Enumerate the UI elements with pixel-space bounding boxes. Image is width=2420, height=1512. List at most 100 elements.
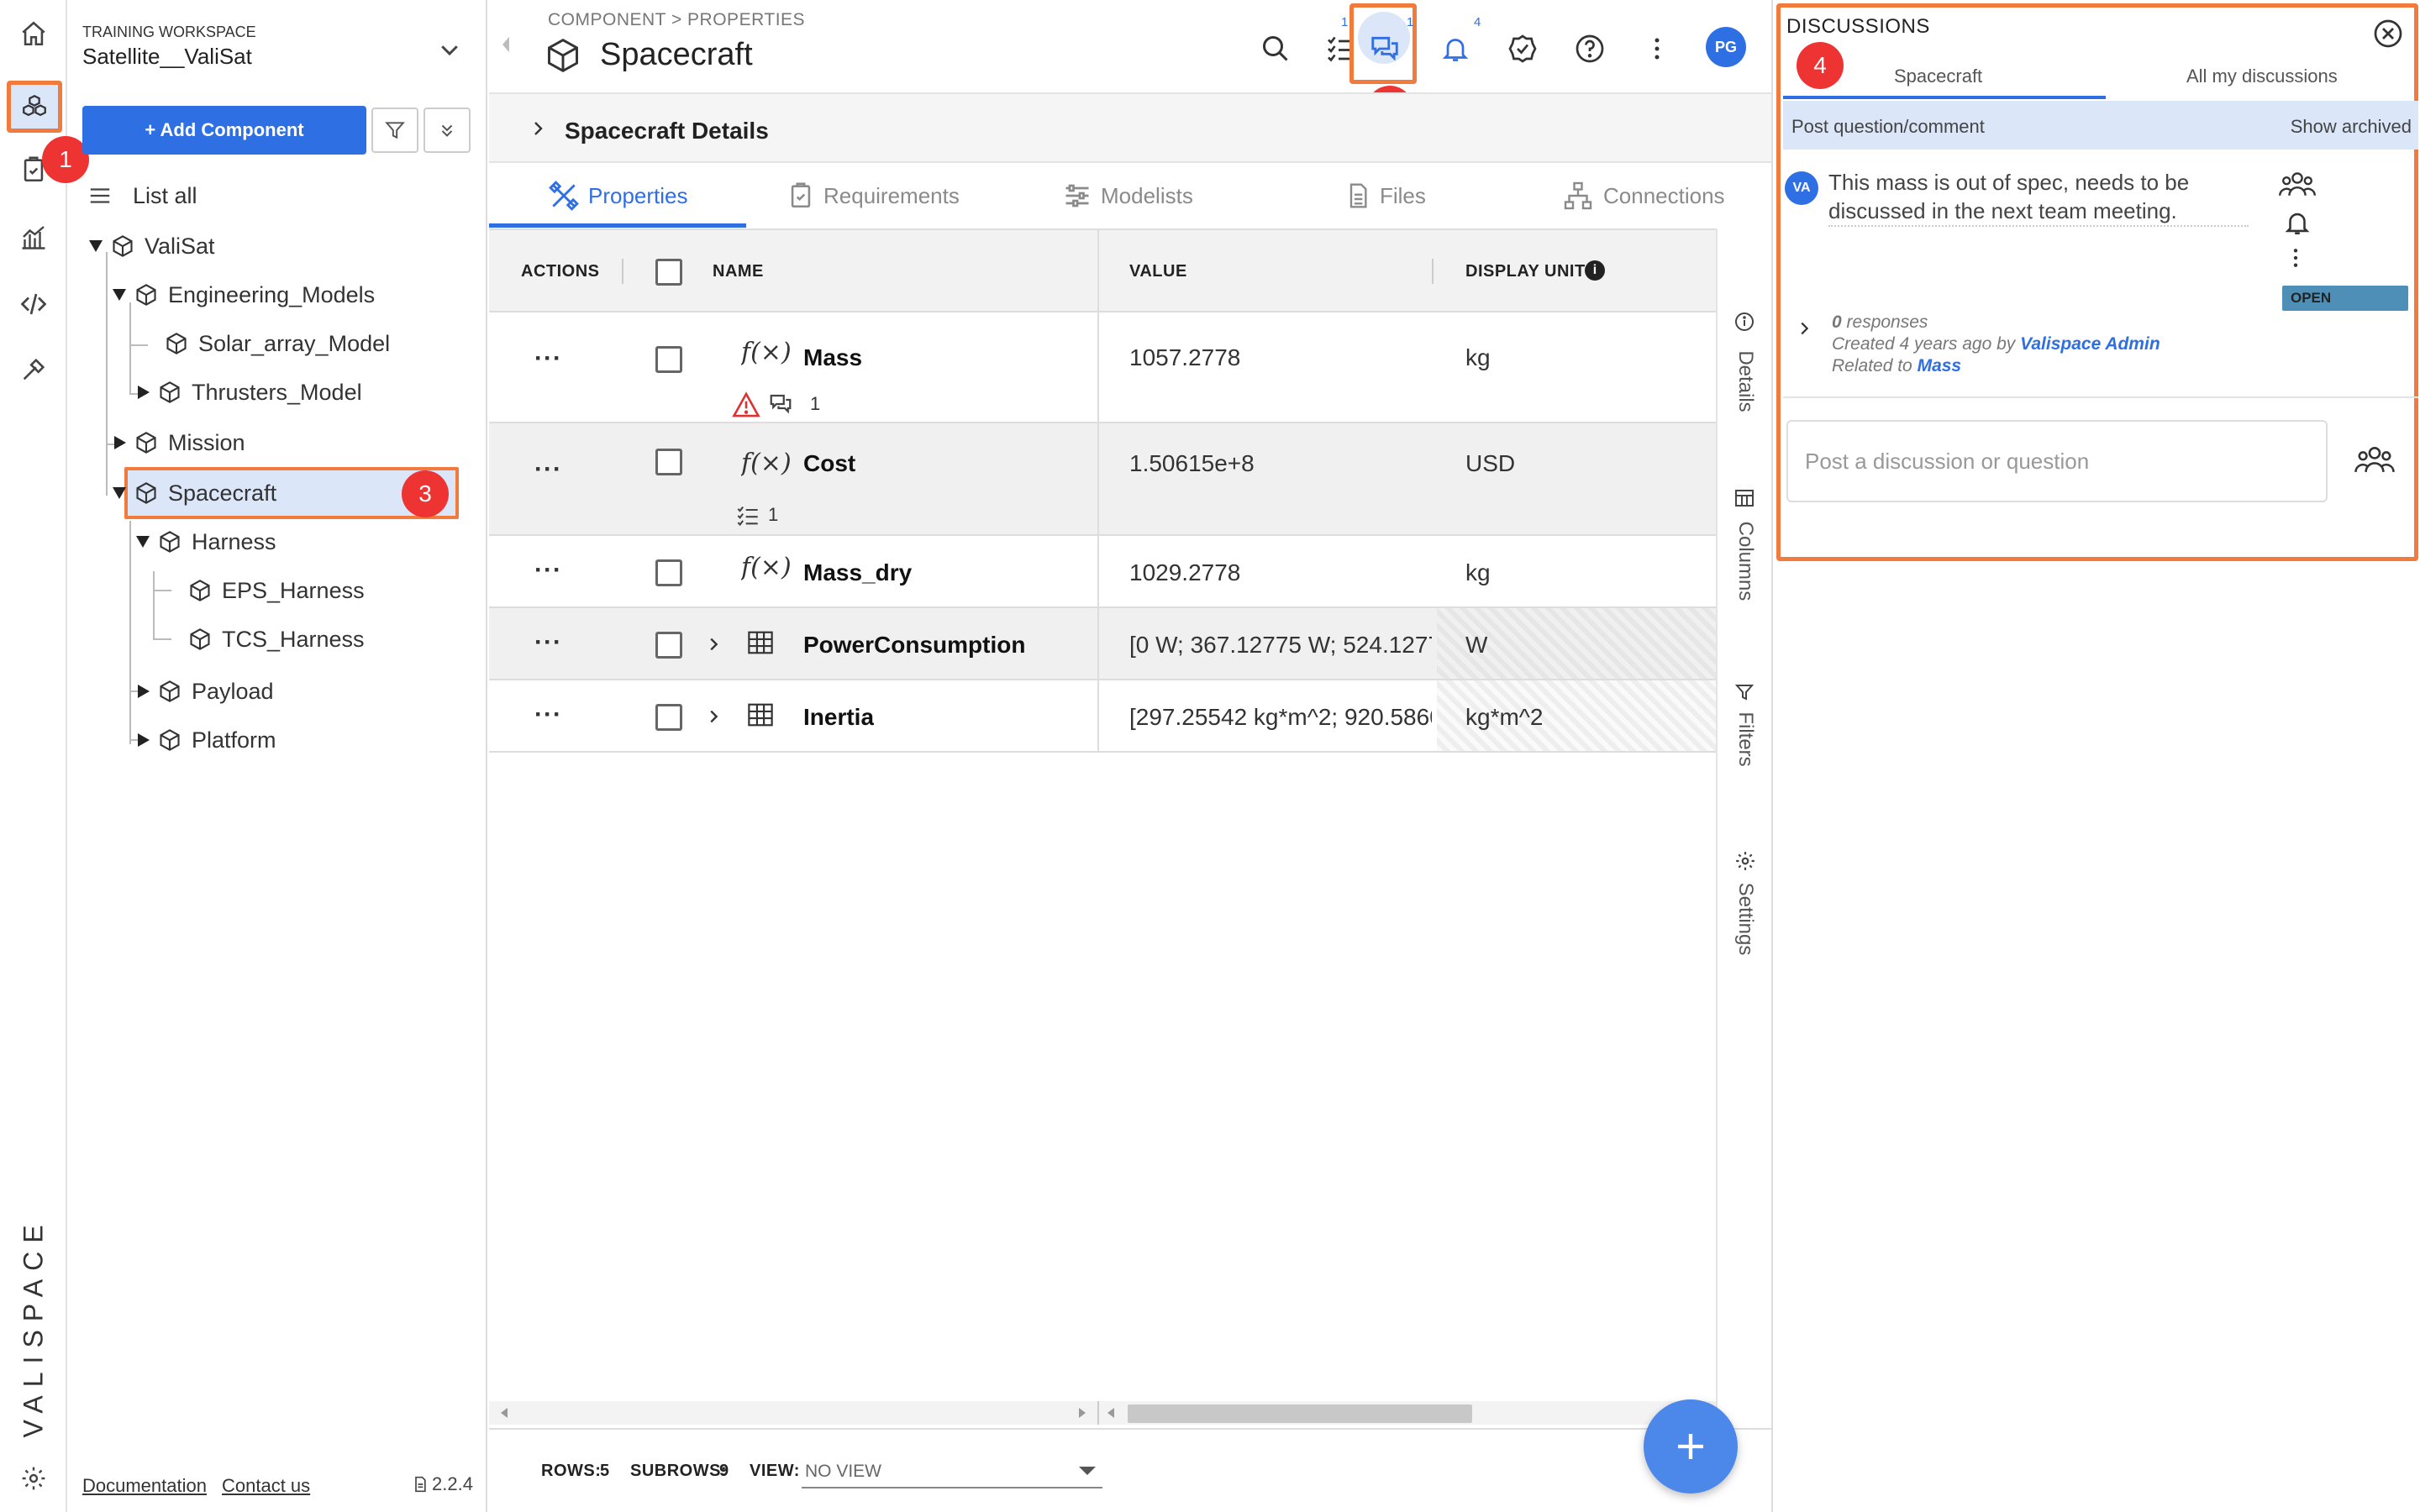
discussion-message[interactable]: This mass is out of spec, needs to be di… bbox=[1828, 168, 2249, 227]
bell-icon[interactable] bbox=[1437, 30, 1474, 67]
row-actions-icon[interactable]: ··· bbox=[534, 455, 562, 484]
tab-requirements[interactable]: Requirements bbox=[786, 165, 960, 227]
tab-spacecraft-discussions[interactable]: Spacecraft bbox=[1894, 66, 1982, 87]
property-value[interactable]: 1029.2778 bbox=[1129, 559, 1240, 586]
scroll-left-arrow[interactable] bbox=[501, 1408, 508, 1418]
row-actions-icon[interactable]: ··· bbox=[534, 628, 562, 657]
tree-item-payload[interactable]: Payload bbox=[138, 670, 274, 712]
view-select[interactable]: NO VIEW bbox=[802, 1455, 1102, 1488]
property-value[interactable]: [297.25542 kg*m^2; 920.5860 bbox=[1129, 704, 1432, 731]
tab-properties[interactable]: Properties bbox=[548, 165, 688, 227]
tree-item-tcs-harness[interactable]: TCS_Harness bbox=[188, 618, 365, 660]
participants-icon[interactable] bbox=[2353, 442, 2396, 479]
row-actions-icon[interactable]: ··· bbox=[534, 556, 562, 585]
gear-icon[interactable] bbox=[1734, 850, 1756, 872]
post-question-bar[interactable]: Post question/comment Show archived bbox=[1783, 101, 2418, 150]
table-row-cost[interactable]: ··· f(×) Cost 1.50615e+8 USD 1 bbox=[489, 423, 1716, 536]
tree-item-solar-array-model[interactable]: Solar_array_Model bbox=[165, 323, 390, 365]
horizontal-scrollbar[interactable] bbox=[489, 1401, 1716, 1425]
requirements-checklist-icon[interactable] bbox=[734, 504, 761, 528]
table-row-power-consumption[interactable]: ··· PowerConsumption [0 W; 367.12775 W; … bbox=[489, 608, 1716, 680]
property-unit[interactable]: W bbox=[1465, 632, 1487, 659]
more-vertical-icon[interactable] bbox=[2292, 247, 2299, 269]
tree-item-harness[interactable]: Harness bbox=[136, 521, 276, 563]
discussion-input[interactable]: Post a discussion or question bbox=[1786, 420, 2328, 502]
scroll-thumb[interactable] bbox=[1128, 1404, 1472, 1423]
tree-item-mission[interactable]: Mission bbox=[114, 422, 245, 464]
tab-modelists[interactable]: Modelists bbox=[1062, 165, 1193, 227]
list-all-item[interactable]: List all bbox=[87, 175, 197, 217]
documentation-link[interactable]: Documentation bbox=[82, 1475, 207, 1497]
add-property-fab[interactable] bbox=[1644, 1399, 1738, 1494]
expanded-arrow-icon[interactable] bbox=[136, 536, 150, 548]
chevron-down-icon[interactable] bbox=[437, 37, 462, 62]
row-actions-icon[interactable]: ··· bbox=[534, 344, 562, 373]
details-section-bar[interactable]: Spacecraft Details bbox=[489, 92, 1771, 163]
chevron-right-icon[interactable] bbox=[704, 633, 723, 655]
workspace-name[interactable]: Satellite__ValiSat bbox=[82, 44, 252, 70]
collapsed-arrow-icon[interactable] bbox=[114, 436, 126, 449]
tree-item-thrusters-model[interactable]: Thrusters_Model bbox=[138, 371, 362, 413]
tree-item-engineering-models[interactable]: Engineering_Models bbox=[113, 274, 375, 316]
property-unit[interactable]: kg bbox=[1465, 344, 1491, 371]
tree-item-eps-harness[interactable]: EPS_Harness bbox=[188, 570, 365, 612]
close-icon[interactable] bbox=[2373, 18, 2403, 49]
tab-files[interactable]: Files bbox=[1344, 165, 1426, 227]
tools-icon[interactable] bbox=[15, 351, 52, 388]
participants-icon[interactable] bbox=[2277, 168, 2317, 202]
home-icon[interactable] bbox=[15, 15, 52, 52]
side-tab-settings[interactable]: Settings bbox=[1733, 883, 1757, 956]
tree-item-platform[interactable]: Platform bbox=[138, 719, 276, 761]
expanded-arrow-icon[interactable] bbox=[113, 487, 126, 499]
tab-connections[interactable]: Connections bbox=[1561, 165, 1725, 227]
collapsed-arrow-icon[interactable] bbox=[138, 386, 150, 399]
expanded-arrow-icon[interactable] bbox=[89, 240, 103, 252]
tab-all-my-discussions[interactable]: All my discussions bbox=[2186, 66, 2338, 87]
collapse-panel-icon[interactable] bbox=[497, 34, 514, 55]
scroll-left-arrow[interactable] bbox=[1107, 1408, 1114, 1418]
breadcrumb[interactable]: COMPONENT > PROPERTIES bbox=[548, 10, 805, 30]
warning-icon[interactable] bbox=[731, 391, 761, 418]
show-archived-link[interactable]: Show archived bbox=[2291, 116, 2412, 138]
chevron-right-icon[interactable] bbox=[704, 706, 723, 727]
row-checkbox[interactable] bbox=[655, 559, 682, 586]
property-value[interactable]: [0 W; 367.12775 W; 524.12775 bbox=[1129, 632, 1432, 659]
add-component-button[interactable]: + Add Component bbox=[82, 106, 366, 155]
tree-item-valisat[interactable]: ValiSat bbox=[89, 225, 215, 267]
collapse-all-icon[interactable] bbox=[424, 108, 471, 153]
scripting-icon[interactable] bbox=[15, 286, 52, 323]
contact-us-link[interactable]: Contact us bbox=[222, 1475, 310, 1497]
column-header-value[interactable]: VALUE bbox=[1129, 262, 1187, 281]
scroll-right-arrow[interactable] bbox=[1079, 1408, 1086, 1418]
discussion-small-icon[interactable] bbox=[766, 391, 795, 417]
side-tab-filters[interactable]: Filters bbox=[1733, 711, 1757, 766]
post-question-label[interactable]: Post question/comment bbox=[1791, 116, 1985, 138]
row-checkbox[interactable] bbox=[655, 632, 682, 659]
responses-summary[interactable]: 0 responses bbox=[1832, 312, 1928, 333]
columns-icon[interactable] bbox=[1734, 489, 1754, 507]
discussions-icon[interactable] bbox=[1366, 30, 1403, 67]
search-icon[interactable] bbox=[1257, 30, 1294, 67]
tree-item-spacecraft[interactable]: Spacecraft bbox=[113, 472, 276, 514]
filter-icon[interactable] bbox=[1734, 682, 1754, 702]
gear-icon[interactable] bbox=[15, 1460, 52, 1497]
related-link[interactable]: Mass bbox=[1918, 356, 1962, 375]
row-actions-icon[interactable]: ··· bbox=[534, 701, 562, 729]
chevron-right-icon[interactable] bbox=[528, 116, 548, 141]
expanded-arrow-icon[interactable] bbox=[113, 289, 126, 301]
table-row-mass-dry[interactable]: ··· f(×) Mass_dry 1029.2778 kg bbox=[489, 536, 1716, 608]
check-badge-icon[interactable] bbox=[1504, 30, 1541, 67]
column-header-name[interactable]: NAME bbox=[713, 262, 764, 281]
collapsed-arrow-icon[interactable] bbox=[138, 733, 150, 747]
table-row-inertia[interactable]: ··· Inertia [297.25542 kg*m^2; 920.5860 … bbox=[489, 680, 1716, 753]
property-unit[interactable]: USD bbox=[1465, 450, 1515, 477]
row-checkbox[interactable] bbox=[655, 449, 682, 475]
user-avatar[interactable]: PG bbox=[1706, 27, 1746, 67]
property-value[interactable]: 1.50615e+8 bbox=[1129, 450, 1255, 477]
more-vertical-icon[interactable] bbox=[1639, 30, 1676, 67]
info-icon[interactable]: i bbox=[1585, 260, 1605, 281]
property-value[interactable]: 1057.2778 bbox=[1129, 344, 1240, 371]
side-tab-details[interactable]: Details bbox=[1733, 350, 1757, 412]
side-tab-columns[interactable]: Columns bbox=[1733, 522, 1757, 601]
help-icon[interactable] bbox=[1571, 30, 1608, 67]
